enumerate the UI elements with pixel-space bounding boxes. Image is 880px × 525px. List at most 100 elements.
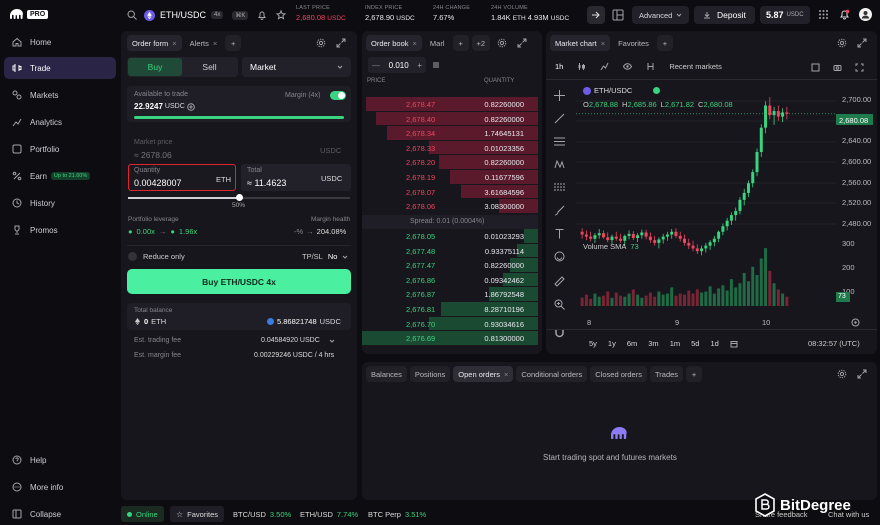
timeframe-3m[interactable]: 3m bbox=[648, 339, 658, 348]
timeframe-5d[interactable]: 5d bbox=[691, 339, 699, 348]
ask-row[interactable]: 2,678.06 3.08300000 bbox=[362, 199, 538, 214]
reduce-only-checkbox[interactable]: Reduce only bbox=[128, 252, 185, 261]
tab-conditional-orders[interactable]: Conditional orders bbox=[516, 366, 588, 382]
sidebar-item-portfolio[interactable]: Portfolio bbox=[4, 138, 116, 160]
settings-gear-icon[interactable] bbox=[316, 38, 326, 48]
close-icon[interactable]: × bbox=[213, 39, 217, 48]
ticker-btc-perp[interactable]: BTC Perp 3.51% bbox=[368, 510, 426, 519]
sidebar-item-history[interactable]: History bbox=[4, 192, 116, 214]
sidebar-item-more-info[interactable]: More info bbox=[4, 476, 116, 498]
ticker-btc-usd[interactable]: BTC/USD 3.50% bbox=[233, 510, 291, 519]
add-tab-button[interactable]: + bbox=[452, 35, 469, 51]
sidebar-item-collapse[interactable]: Collapse bbox=[4, 503, 116, 525]
favorites-button[interactable]: ☆ Favorites bbox=[170, 506, 225, 522]
login-arrow-icon[interactable] bbox=[587, 6, 605, 24]
calendar-icon[interactable] bbox=[730, 340, 738, 348]
pair-selector[interactable]: ETH/USDC 4x ⌘K bbox=[144, 6, 249, 24]
bid-row[interactable]: 2,676.69 0.81300000 bbox=[362, 331, 538, 346]
bid-row[interactable]: 2,676.86 0.09342462 bbox=[362, 272, 538, 288]
close-icon[interactable]: × bbox=[504, 370, 508, 379]
quantity-input[interactable]: Quantity 0.00428007 ETH bbox=[128, 164, 236, 191]
deposit-button[interactable]: Deposit bbox=[694, 6, 755, 24]
settings-gear-icon[interactable] bbox=[837, 369, 847, 379]
layout-icon[interactable] bbox=[612, 9, 624, 21]
star-icon[interactable] bbox=[276, 10, 286, 20]
sidebar-item-earn[interactable]: Earn Up to 21.60% bbox=[4, 165, 116, 187]
ask-row[interactable]: 2,678.40 0.82260000 bbox=[362, 111, 538, 127]
timeframe-1y[interactable]: 1y bbox=[608, 339, 616, 348]
bell-icon[interactable] bbox=[257, 10, 267, 20]
add-circle-icon[interactable] bbox=[186, 102, 195, 111]
tab-open-orders[interactable]: Open orders × bbox=[453, 366, 514, 382]
sell-tab-button[interactable]: Sell bbox=[182, 58, 237, 76]
tab-order-form[interactable]: Order form × bbox=[127, 35, 182, 51]
timeframe-5y[interactable]: 5y bbox=[589, 339, 597, 348]
sidebar-item-analytics[interactable]: Analytics bbox=[4, 111, 116, 133]
sidebar-item-promos[interactable]: Promos bbox=[4, 219, 116, 241]
tab-closed-orders[interactable]: Closed orders bbox=[590, 366, 647, 382]
tab-positions[interactable]: Positions bbox=[409, 366, 451, 382]
tab-trades[interactable]: Trades bbox=[649, 366, 684, 382]
order-quantity: 0.01023356 bbox=[484, 143, 524, 153]
settings-gear-icon[interactable] bbox=[497, 38, 507, 48]
book-layout-icon[interactable] bbox=[432, 61, 440, 69]
bid-row[interactable]: 2,676.81 8.28710196 bbox=[362, 302, 538, 317]
advanced-dropdown[interactable]: Advanced bbox=[632, 6, 690, 24]
ask-row[interactable]: 2,678.19 0.11677596 bbox=[362, 170, 538, 185]
price-chart[interactable] bbox=[546, 31, 877, 354]
ask-row[interactable]: 2,678.33 0.01023356 bbox=[362, 140, 538, 156]
sidebar-item-label: Markets bbox=[30, 90, 59, 100]
expand-icon[interactable] bbox=[336, 38, 346, 48]
bid-row[interactable]: 2,677.47 0.82260000 bbox=[362, 258, 538, 273]
ticker-eth-usd[interactable]: ETH/USD 7.74% bbox=[300, 510, 358, 519]
more-tabs-button[interactable]: +2 bbox=[471, 35, 491, 51]
amount-slider[interactable] bbox=[128, 194, 350, 201]
candle-body bbox=[712, 238, 716, 243]
bid-row[interactable]: 2,676.87 1.86792548 bbox=[362, 287, 538, 302]
trading-fee-dropdown[interactable]: 0.04584920 USDC bbox=[261, 337, 335, 344]
tab-market-trades[interactable]: Marl bbox=[425, 35, 450, 51]
minus-button[interactable]: — bbox=[372, 61, 380, 70]
margin-toggle[interactable] bbox=[330, 91, 346, 100]
sidebar-item-markets[interactable]: Markets bbox=[4, 84, 116, 106]
slider-knob[interactable] bbox=[236, 194, 243, 201]
tick-size-stepper[interactable]: — 0.010 + bbox=[368, 57, 426, 73]
expand-icon[interactable] bbox=[857, 369, 867, 379]
plus-button[interactable]: + bbox=[417, 61, 422, 70]
buy-tab-button[interactable]: Buy bbox=[128, 58, 182, 76]
logo[interactable]: PRO bbox=[10, 9, 49, 19]
bid-row[interactable]: 2,678.05 0.01023293 bbox=[362, 229, 538, 244]
tab-order-book[interactable]: Order book × bbox=[366, 35, 422, 51]
ask-row[interactable]: 2,678.20 0.82260000 bbox=[362, 155, 538, 170]
expand-icon[interactable] bbox=[517, 38, 527, 48]
sidebar-item-home[interactable]: Home bbox=[4, 31, 116, 53]
sidebar-item-trade[interactable]: Trade bbox=[4, 57, 116, 79]
ask-row[interactable]: 2,678.07 3.61684596 bbox=[362, 184, 538, 200]
submit-buy-button[interactable]: Buy ETH/USDC 4x bbox=[127, 269, 351, 294]
bid-row[interactable]: 2,677.48 0.93375114 bbox=[362, 243, 538, 259]
order-type-select[interactable]: Market bbox=[242, 57, 351, 77]
bid-row[interactable]: 2,676.70 0.93034616 bbox=[362, 316, 538, 332]
add-tab-button[interactable]: + bbox=[225, 35, 242, 51]
balance-display[interactable]: 5.87 USDC bbox=[760, 6, 810, 24]
grid-menu-icon[interactable] bbox=[818, 9, 829, 20]
search-icon[interactable] bbox=[127, 10, 137, 20]
user-avatar-icon[interactable] bbox=[859, 8, 872, 21]
close-icon[interactable]: × bbox=[172, 39, 176, 48]
tab-balances[interactable]: Balances bbox=[366, 366, 407, 382]
sidebar-item-help[interactable]: Help bbox=[4, 449, 116, 471]
add-tab-button[interactable]: + bbox=[686, 366, 703, 382]
chart-settings-icon[interactable] bbox=[851, 318, 860, 327]
timeframe-6m[interactable]: 6m bbox=[627, 339, 637, 348]
ask-row[interactable]: 2,678.47 0.82260000 bbox=[362, 97, 538, 112]
candle-body bbox=[623, 235, 627, 241]
close-icon[interactable]: × bbox=[413, 39, 417, 48]
total-input[interactable]: Total ≈ 11.4623 USDC bbox=[241, 164, 351, 191]
timeframe-1m[interactable]: 1m bbox=[670, 339, 680, 348]
available-label: Available to trade bbox=[134, 91, 188, 98]
ask-row[interactable]: 2,678.34 1.74645131 bbox=[362, 126, 538, 141]
tpsl-select[interactable]: TP/SL No bbox=[302, 252, 348, 261]
timeframe-1d[interactable]: 1d bbox=[710, 339, 718, 348]
notification-bell-icon[interactable] bbox=[839, 9, 850, 20]
tab-alerts[interactable]: Alerts × bbox=[185, 35, 223, 51]
